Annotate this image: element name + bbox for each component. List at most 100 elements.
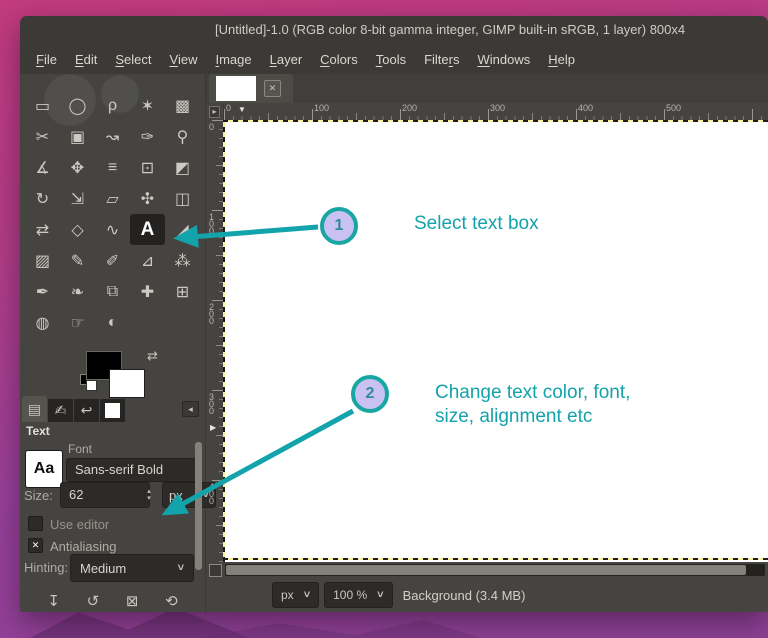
- canvas[interactable]: [223, 120, 768, 562]
- menu-help[interactable]: Help: [539, 48, 584, 71]
- check-icon: ✕: [32, 540, 40, 551]
- font-preview-button[interactable]: Aa: [25, 450, 63, 488]
- restore-tool-preset-button[interactable]: ↺: [87, 592, 100, 610]
- tool-airbrush[interactable]: ⁂: [165, 245, 200, 276]
- image-thumbnail: [216, 76, 256, 101]
- options-scrollbar[interactable]: [195, 442, 202, 570]
- tool-fuzzy-select[interactable]: ✶: [130, 90, 165, 121]
- save-tool-preset-button[interactable]: ↧: [47, 592, 60, 610]
- menu-tools[interactable]: Tools: [367, 48, 415, 71]
- window-content: ▭◯ρ✶▩✂▣↝✑⚲∡✥≡⊡◩↻⇲▱✣◫⇄◇∿A◢▨✎✐⊿⁂✒❧⧉✚⊞◍☞◐ ⇄…: [20, 74, 768, 612]
- step-1-badge: 1: [320, 207, 358, 245]
- tool-options-buttons: ↧ ↺ ⊠ ⟲: [20, 588, 205, 612]
- dock-tab-device-status[interactable]: ✍: [48, 399, 73, 422]
- menu-edit[interactable]: Edit: [66, 48, 106, 71]
- background-color-swatch[interactable]: [109, 369, 145, 398]
- menu-view[interactable]: View: [161, 48, 207, 71]
- tool-eraser[interactable]: ⊿: [130, 245, 165, 276]
- tool-rectangle-select[interactable]: ▭: [25, 90, 60, 121]
- tool-ink[interactable]: ✒: [25, 276, 60, 307]
- vertical-ruler[interactable]: 01 0 02 0 03 0 04 0 0▶: [206, 120, 223, 562]
- tool-heal[interactable]: ✚: [130, 276, 165, 307]
- image-tab[interactable]: ✕: [209, 74, 293, 103]
- use-editor-checkbox[interactable]: [28, 516, 43, 531]
- horizontal-ruler[interactable]: 0100200300400500▼: [224, 103, 768, 120]
- collapse-panel-button[interactable]: ◂: [182, 401, 199, 417]
- tool-paintbrush[interactable]: ✐: [95, 245, 130, 276]
- dock-tab-undo-history[interactable]: ↩: [74, 399, 99, 422]
- tool-select-by-color[interactable]: ▩: [165, 90, 200, 121]
- ruler-menu-icon: ▸: [209, 106, 219, 118]
- tool-move[interactable]: ✥: [60, 152, 95, 183]
- tool-smudge[interactable]: ☞: [60, 307, 95, 338]
- size-input[interactable]: 62: [60, 482, 150, 508]
- quick-mask-toggle[interactable]: [209, 564, 222, 577]
- menu-windows[interactable]: Windows: [469, 48, 540, 71]
- tool-bucket-fill[interactable]: ◢: [165, 214, 200, 245]
- tool-foreground-select[interactable]: ▣: [60, 121, 95, 152]
- tool-pencil[interactable]: ✎: [60, 245, 95, 276]
- menu-filters[interactable]: Filters: [415, 48, 468, 71]
- toolbox-panel: ▭◯ρ✶▩✂▣↝✑⚲∡✥≡⊡◩↻⇲▱✣◫⇄◇∿A◢▨✎✐⊿⁂✒❧⧉✚⊞◍☞◐ ⇄…: [20, 74, 205, 612]
- tool-handle-transform[interactable]: ✣: [130, 183, 165, 214]
- zoom-dropdown[interactable]: 100 % ˅: [324, 582, 392, 608]
- tool-mypaint-brush[interactable]: ❧: [60, 276, 95, 307]
- spin-up-icon[interactable]: ▴: [147, 488, 151, 495]
- status-text: Background (3.4 MB): [403, 588, 526, 603]
- font-input[interactable]: Sans-serif Bold: [66, 458, 202, 482]
- tool-ellipse-select[interactable]: ◯: [60, 90, 95, 121]
- size-stepper[interactable]: ▴ ▾: [142, 482, 156, 508]
- tool-warp-transform[interactable]: ∿: [95, 214, 130, 245]
- antialiasing-checkbox[interactable]: ✕: [28, 538, 43, 553]
- tool-perspective[interactable]: ◫: [165, 183, 200, 214]
- spin-down-icon[interactable]: ▾: [147, 495, 151, 502]
- tool-scissors-select[interactable]: ✂: [25, 121, 60, 152]
- tool-paths[interactable]: ↝: [95, 121, 130, 152]
- dock-tab-tool-options[interactable]: ▤: [22, 396, 47, 422]
- tool-shear[interactable]: ▱: [95, 183, 130, 214]
- tool-clone[interactable]: ⧉: [95, 276, 130, 307]
- window-titlebar[interactable]: [Untitled]-1.0 (RGB color 8-bit gamma in…: [20, 16, 768, 44]
- close-icon[interactable]: ✕: [264, 80, 281, 97]
- h-ruler-label: 500: [666, 103, 681, 113]
- tool-unified-transform[interactable]: ◩: [165, 152, 200, 183]
- tool-free-select[interactable]: ρ: [95, 90, 130, 121]
- swap-colors-icon[interactable]: ⇄: [147, 348, 158, 364]
- hinting-dropdown[interactable]: Medium ˅: [70, 554, 194, 582]
- v-ruler-label: 3 0 0: [209, 394, 214, 415]
- menu-colors[interactable]: Colors: [311, 48, 367, 71]
- tool-perspective-clone[interactable]: ⊞: [165, 276, 200, 307]
- tool-flip[interactable]: ⇄: [25, 214, 60, 245]
- ruler-corner-button[interactable]: ▸: [206, 103, 224, 120]
- tool-crop[interactable]: ⊡: [130, 152, 165, 183]
- reset-tool-options-button[interactable]: ⟲: [165, 592, 178, 610]
- use-editor-label: Use editor: [50, 517, 109, 532]
- tool-cage-transform[interactable]: ◇: [60, 214, 95, 245]
- tool-color-picker[interactable]: ✑: [130, 121, 165, 152]
- tool-text[interactable]: A: [130, 214, 165, 245]
- chevron-down-icon: ˅: [377, 589, 383, 601]
- menu-layer[interactable]: Layer: [261, 48, 312, 71]
- color-swatch-icon: [105, 403, 120, 418]
- menu-file[interactable]: File: [27, 48, 66, 71]
- tool-gradient[interactable]: ▨: [25, 245, 60, 276]
- tool-blur-sharpen[interactable]: ◍: [25, 307, 60, 338]
- tool-scale[interactable]: ⇲: [60, 183, 95, 214]
- menu-select[interactable]: Select: [106, 48, 160, 71]
- tool-measure[interactable]: ∡: [25, 152, 60, 183]
- unit-dropdown[interactable]: px ˅: [272, 582, 319, 608]
- menu-image[interactable]: Image: [206, 48, 260, 71]
- tool-rotate[interactable]: ↻: [25, 183, 60, 214]
- v-ruler-label: 0: [209, 124, 214, 131]
- tool-align[interactable]: ≡: [95, 152, 130, 183]
- size-unit-value: px: [169, 488, 183, 503]
- delete-tool-preset-button[interactable]: ⊠: [126, 592, 139, 610]
- tool-dodge-burn[interactable]: ◐: [95, 307, 130, 338]
- horizontal-scrollbar[interactable]: [225, 564, 765, 576]
- step-2-badge: 2: [351, 375, 389, 413]
- dock-tab-colors[interactable]: [100, 399, 125, 422]
- scrollbar-thumb[interactable]: [226, 565, 746, 575]
- tool-zoom[interactable]: ⚲: [165, 121, 200, 152]
- canvas-row: 01 0 02 0 03 0 04 0 0▶: [206, 120, 768, 562]
- hinting-value: Medium: [80, 561, 126, 576]
